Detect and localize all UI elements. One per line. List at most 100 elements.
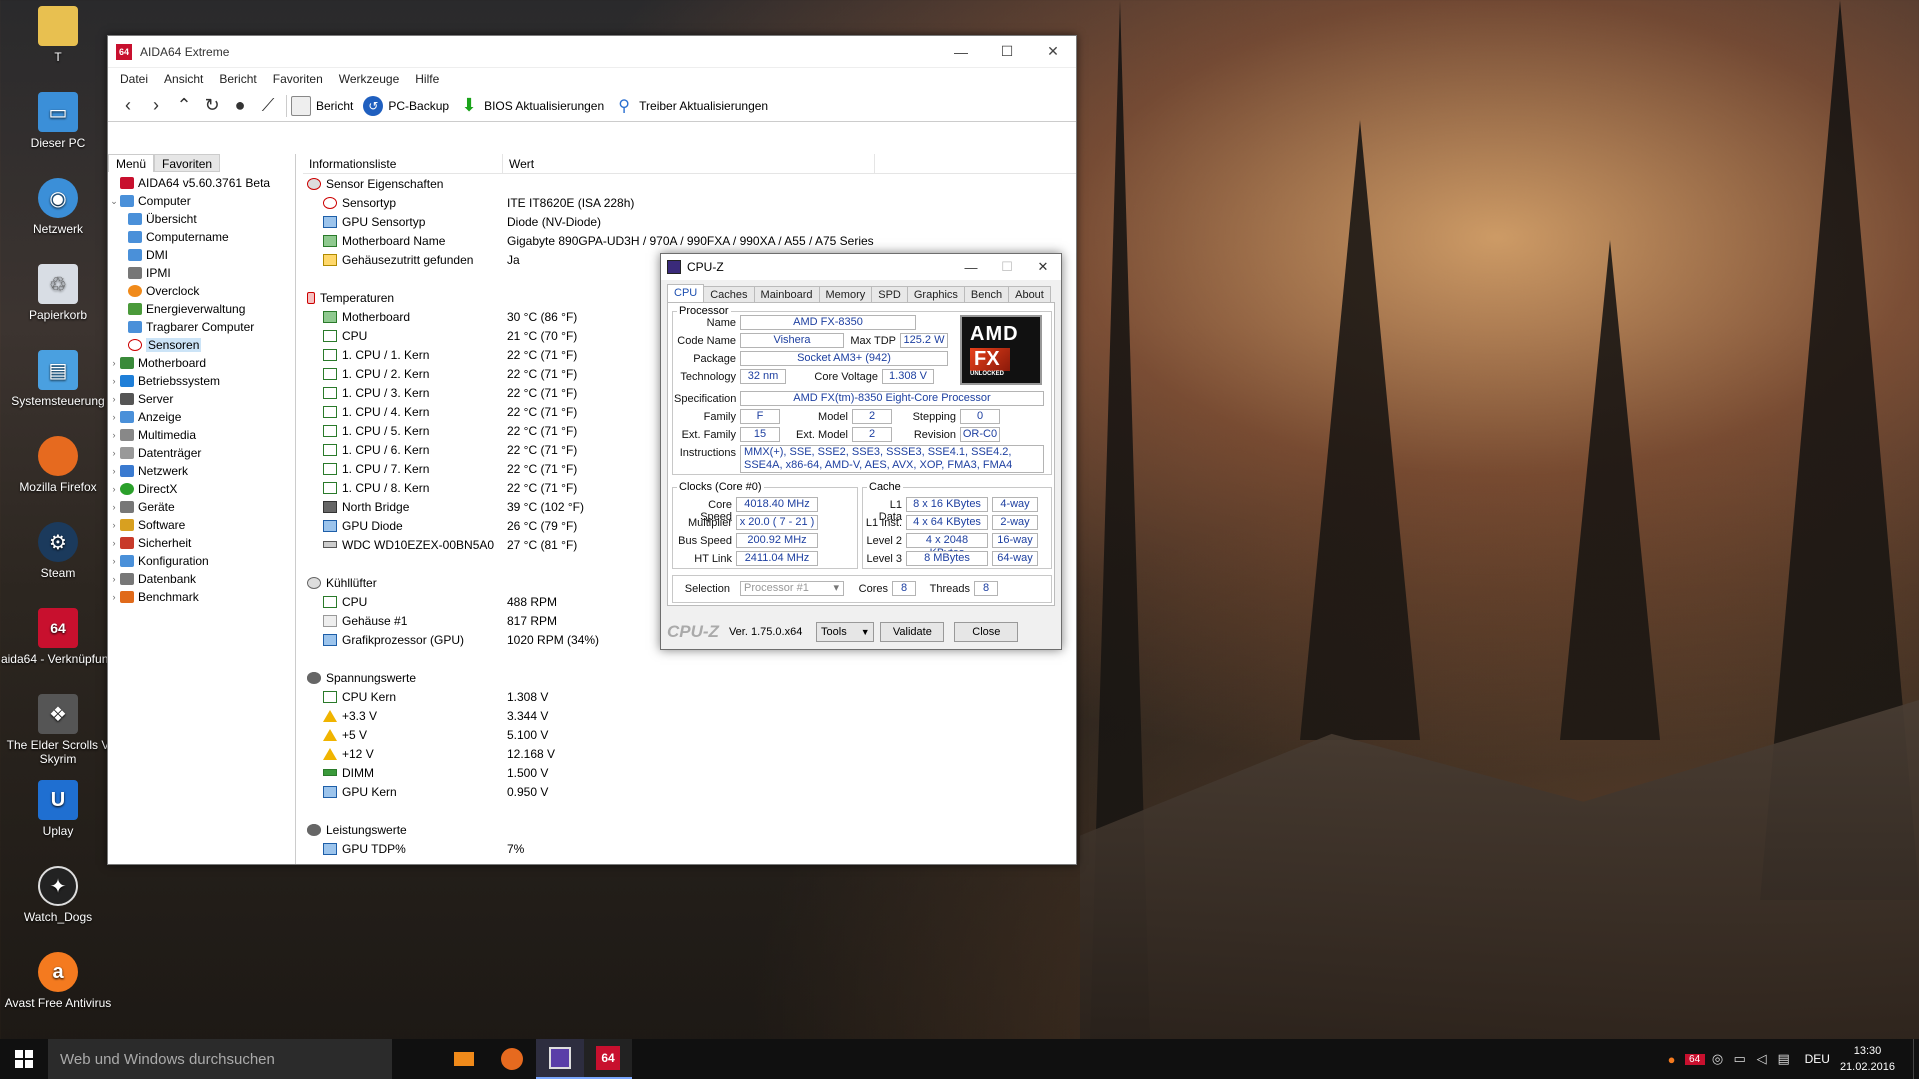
driver-update-button[interactable]: ⚲ Treiber Aktualisierungen — [614, 96, 768, 116]
tree-item-database[interactable]: › Datenbank — [108, 570, 295, 588]
report-button[interactable]: Bericht — [291, 95, 353, 116]
desktop-icon-uplay[interactable]: U Uplay — [0, 780, 116, 838]
tree-item-root[interactable]: AIDA64 v5.60.3761 Beta — [108, 174, 295, 192]
tree-item-ipmi[interactable]: IPMI — [108, 264, 295, 282]
desktop-icon-watch-dogs[interactable]: ✦ Watch_Dogs — [0, 866, 116, 924]
clock[interactable]: 13:30 21.02.2016 — [1840, 1043, 1895, 1075]
desktop-icon-network[interactable]: ◉ Netzwerk — [0, 178, 116, 236]
user-icon[interactable]: ● — [226, 92, 254, 120]
close-button[interactable]: Close — [954, 622, 1019, 642]
expand-icon[interactable]: › — [108, 376, 120, 386]
group-sensor-properties[interactable]: Sensor Eigenschaften — [303, 174, 1076, 193]
volume-icon[interactable]: ◁ — [1751, 1051, 1773, 1067]
minimize-button[interactable]: — — [953, 260, 989, 275]
expand-icon[interactable]: › — [108, 556, 120, 566]
tree-item-display[interactable]: › Anzeige — [108, 408, 295, 426]
tree-item-computer[interactable]: ⌄ Computer — [108, 192, 295, 210]
refresh-icon[interactable]: ↻ — [198, 92, 226, 120]
tree-item-software[interactable]: › Software — [108, 516, 295, 534]
back-icon[interactable]: ‹ — [114, 92, 142, 120]
desktop-icon-avast[interactable]: a Avast Free Antivirus — [0, 952, 116, 1010]
desktop-icon-steam[interactable]: ⚙ Steam — [0, 522, 116, 580]
tree-item-security[interactable]: › Sicherheit — [108, 534, 295, 552]
tree-item-storage[interactable]: › Datenträger — [108, 444, 295, 462]
close-button[interactable]: ✕ — [1025, 259, 1061, 275]
tree-item-config[interactable]: › Konfiguration — [108, 552, 295, 570]
steam-tray-icon[interactable]: ◎ — [1707, 1051, 1729, 1067]
aida64-titlebar[interactable]: 64 AIDA64 Extreme — ☐ ✕ — [108, 36, 1076, 68]
tab-favorites[interactable]: Favoriten — [154, 154, 221, 172]
menu-view[interactable]: Ansicht — [156, 72, 211, 86]
desktop-icon-recycle-bin[interactable]: ♲ Papierkorb — [0, 264, 116, 322]
chart-icon[interactable]: ⟋ — [254, 92, 282, 120]
column-value[interactable]: Wert — [503, 154, 875, 173]
tree-item-benchmark[interactable]: › Benchmark — [108, 588, 295, 606]
tree-item-computername[interactable]: Computername — [108, 228, 295, 246]
expand-icon[interactable]: › — [108, 484, 120, 494]
taskbar-firefox[interactable] — [488, 1039, 536, 1079]
menu-file[interactable]: Datei — [112, 72, 156, 86]
list-item[interactable]: DIMM 1.500 V — [303, 763, 1076, 782]
forward-icon[interactable]: › — [142, 92, 170, 120]
menu-report[interactable]: Bericht — [211, 72, 264, 86]
tree-item-overclock[interactable]: Overclock — [108, 282, 295, 300]
list-item[interactable]: Sensortyp ITE IT8620E (ISA 228h) — [303, 193, 1076, 212]
expand-icon[interactable]: › — [108, 448, 120, 458]
column-info[interactable]: Informationsliste — [303, 154, 503, 173]
maximize-button[interactable]: ☐ — [984, 36, 1030, 68]
show-desktop-button[interactable] — [1913, 1039, 1919, 1079]
pc-backup-button[interactable]: ↺ PC-Backup — [363, 95, 449, 116]
processor-select[interactable]: Processor #1 ▾ — [740, 581, 844, 596]
expand-icon[interactable]: › — [108, 466, 120, 476]
cpuz-titlebar[interactable]: CPU-Z — ☐ ✕ — [661, 254, 1061, 280]
network-tray-icon[interactable]: ▭ — [1729, 1051, 1751, 1067]
expand-icon[interactable]: › — [108, 520, 120, 530]
list-item[interactable]: GPU TDP% 7% — [303, 839, 1076, 858]
tree-item-directx[interactable]: › DirectX — [108, 480, 295, 498]
taskbar-cpuz[interactable] — [536, 1039, 584, 1079]
tree-item-devices[interactable]: › Geräte — [108, 498, 295, 516]
tree-item-portable[interactable]: Tragbarer Computer — [108, 318, 295, 336]
list-item[interactable]: GPU Kern 0.950 V — [303, 782, 1076, 801]
list-item[interactable]: CPU Kern 1.308 V — [303, 687, 1076, 706]
list-item[interactable]: Motherboard Name Gigabyte 890GPA-UD3H / … — [303, 231, 1076, 250]
taskbar-mail[interactable] — [440, 1039, 488, 1079]
up-icon[interactable]: ⌃ — [170, 92, 198, 120]
expand-icon[interactable]: › — [108, 412, 120, 422]
minimize-button[interactable]: — — [938, 36, 984, 68]
tree-item-power[interactable]: Energieverwaltung — [108, 300, 295, 318]
desktop-icon-control-panel[interactable]: ▤ Systemsteuerung — [0, 350, 116, 408]
expand-icon[interactable]: › — [108, 394, 120, 404]
search-input[interactable]: Web und Windows durchsuchen — [48, 1039, 392, 1079]
aida64-tray-icon[interactable]: 64 — [1684, 1053, 1705, 1065]
tree-item-network[interactable]: › Netzwerk — [108, 462, 295, 480]
desktop-icon-firefox[interactable]: Mozilla Firefox — [0, 436, 116, 494]
desktop-icon-t[interactable]: T — [0, 6, 116, 64]
collapse-icon[interactable]: ⌄ — [108, 196, 120, 207]
tab-cpu[interactable]: CPU — [667, 284, 705, 304]
expand-icon[interactable]: › — [108, 592, 120, 602]
expand-icon[interactable]: › — [108, 430, 120, 440]
tree-item-dmi[interactable]: DMI — [108, 246, 295, 264]
desktop-icon-this-pc[interactable]: ▭ Dieser PC — [0, 92, 116, 150]
tools-button[interactable]: Tools ▼ — [816, 622, 875, 642]
taskbar-aida64[interactable]: 64 — [584, 1039, 632, 1079]
group-power[interactable]: Leistungswerte — [303, 820, 1076, 839]
list-item[interactable]: +12 V 12.168 V — [303, 744, 1076, 763]
menu-help[interactable]: Hilfe — [407, 72, 447, 86]
tree-item-motherboard[interactable]: › Motherboard — [108, 354, 295, 372]
tree-item-server[interactable]: › Server — [108, 390, 295, 408]
language-indicator[interactable]: DEU — [1805, 1052, 1830, 1066]
group-voltages[interactable]: Spannungswerte — [303, 668, 1076, 687]
list-item[interactable]: +3.3 V 3.344 V — [303, 706, 1076, 725]
menu-favorites[interactable]: Favoriten — [265, 72, 331, 86]
list-item[interactable]: +5 V 5.100 V — [303, 725, 1076, 744]
menu-tools[interactable]: Werkzeuge — [331, 72, 407, 86]
expand-icon[interactable]: › — [108, 502, 120, 512]
avast-tray-icon[interactable]: ● — [1661, 1052, 1683, 1067]
list-item[interactable]: GPU Sensortyp Diode (NV-Diode) — [303, 212, 1076, 231]
tree-item-overview[interactable]: Übersicht — [108, 210, 295, 228]
start-button[interactable] — [0, 1039, 48, 1079]
notification-icon[interactable]: ▤ — [1773, 1051, 1795, 1067]
expand-icon[interactable]: › — [108, 538, 120, 548]
